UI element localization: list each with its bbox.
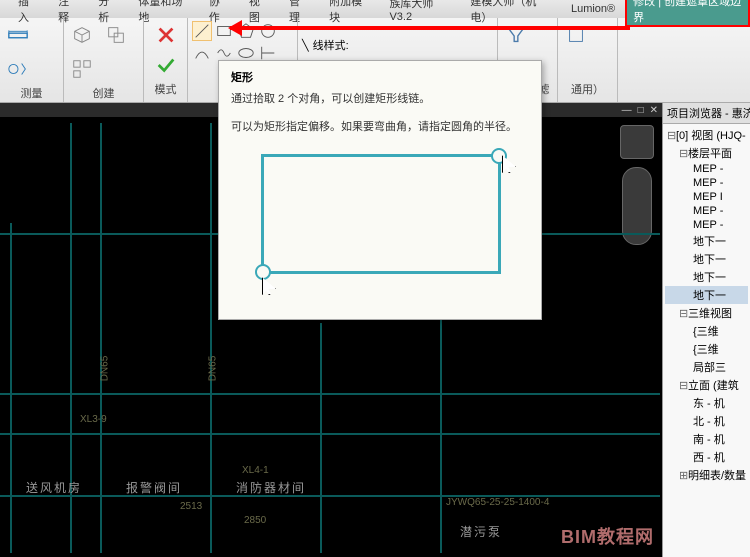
tooltip-line2: 可以为矩形指定偏移。如果要弯曲角，请指定圆角的半径。 bbox=[231, 119, 529, 137]
diagram-corner-bl bbox=[255, 264, 271, 280]
annotation-arrow bbox=[230, 26, 630, 30]
group-measure-label: 测量 bbox=[4, 83, 59, 103]
group-generic-label: 通用） bbox=[562, 79, 613, 99]
line-tool-icon[interactable] bbox=[192, 21, 212, 41]
project-browser[interactable]: 项目浏览器 - 惠济区 ⊟[0] 视图 (HJQ- ⊟楼层平面 MEP - ME… bbox=[662, 103, 750, 557]
diagram-corner-tr bbox=[491, 148, 507, 164]
tooltip-rectangle: 矩形 通过拾取 2 个对角，可以创建矩形线链。 可以为矩形指定偏移。如果要弯曲角… bbox=[218, 60, 542, 320]
linestyle-label: 线样式: bbox=[313, 37, 349, 53]
tooltip-line1: 通过拾取 2 个对角，可以创建矩形线链。 bbox=[231, 91, 529, 109]
dimension-icon[interactable] bbox=[4, 55, 32, 83]
tree-item-selected: 地下一 bbox=[665, 286, 748, 304]
menu-lumion[interactable]: Lumion® bbox=[561, 1, 625, 17]
group-mode-label: 模式 bbox=[148, 79, 183, 99]
circle-tool-icon[interactable] bbox=[258, 21, 278, 41]
menu-bar: 插入 注释 分析 体量和场地 协作 视图 管理 附加模块 族库大师V3.2 建模… bbox=[0, 0, 750, 18]
watermark: BIM教程网 bbox=[561, 523, 654, 549]
create-grid-icon[interactable] bbox=[68, 55, 96, 83]
measure-icon[interactable] bbox=[4, 21, 32, 49]
tooltip-diagram bbox=[261, 154, 501, 274]
browser-tree[interactable]: ⊟[0] 视图 (HJQ- ⊟楼层平面 MEP - MEP - MEP I ME… bbox=[663, 124, 750, 486]
group-create-label: 创建 bbox=[68, 83, 139, 103]
create-box-icon[interactable] bbox=[68, 21, 96, 49]
tooltip-title: 矩形 bbox=[231, 69, 529, 85]
menu-modify-active[interactable]: 修改 | 创建遮罩区域边界 bbox=[625, 0, 750, 27]
browser-title: 项目浏览器 - 惠济区 bbox=[663, 103, 750, 124]
arc-tool-icon[interactable] bbox=[192, 43, 212, 63]
cancel-icon[interactable] bbox=[152, 21, 180, 49]
confirm-icon[interactable] bbox=[152, 51, 180, 79]
linestyle-icon: ╲ bbox=[302, 39, 309, 52]
create-copy-icon[interactable] bbox=[102, 21, 130, 49]
